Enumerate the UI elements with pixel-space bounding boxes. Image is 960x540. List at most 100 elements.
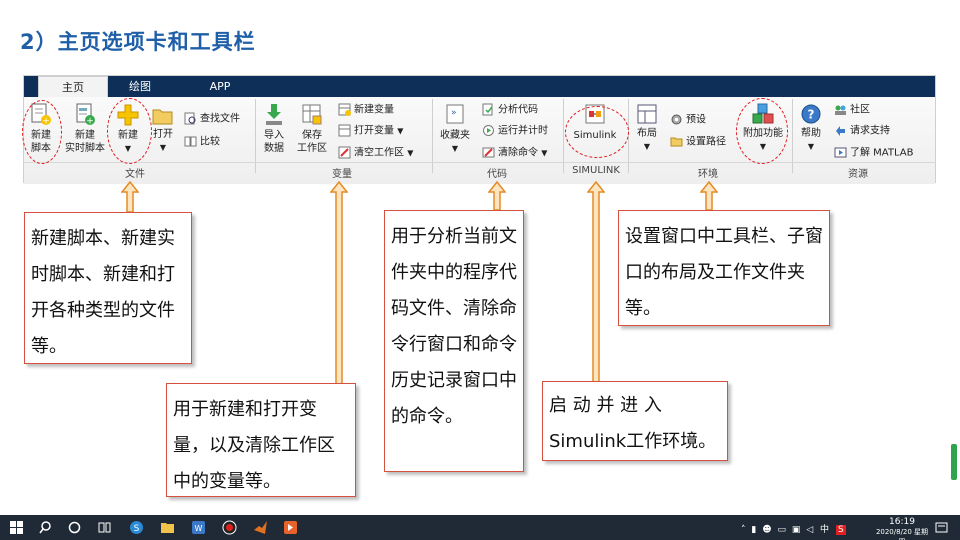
ribbon-tab-bar: 主页 绘图 APP: [24, 76, 935, 97]
open-label: 打开: [153, 129, 173, 140]
clock-date: 2020/8/20 星期四: [875, 528, 929, 540]
people-icon[interactable]: ☻: [762, 525, 771, 535]
run-and-time-label: 运行并计时: [498, 125, 548, 137]
find-files-button[interactable]: 查找文件: [184, 112, 240, 127]
community-icon: [835, 105, 846, 115]
presentation-icon[interactable]: [283, 520, 298, 535]
windows-taskbar: S W ˄ ▮ ☻ ▭ ▣ ◁ 中 S 16:19 2020/8/20 星期四: [0, 515, 960, 540]
wps-icon[interactable]: W: [191, 520, 206, 535]
highlight-circle-new: [107, 98, 152, 164]
clear-commands-icon: [482, 147, 495, 158]
new-live-script-button[interactable]: + 新建 实时脚本: [62, 103, 108, 155]
group-label-simulink: SIMULINK: [572, 165, 620, 176]
folder-icon: [152, 109, 173, 125]
learn-matlab-link[interactable]: 了解 MATLAB: [834, 146, 913, 161]
tab-apps[interactable]: APP: [190, 76, 250, 97]
compare-icon: [184, 136, 197, 147]
group-label-bar: [23, 162, 936, 163]
browser-icon[interactable]: S: [129, 520, 144, 535]
clear-workspace-label: 清空工作区: [354, 147, 404, 159]
tab-home[interactable]: 主页: [38, 76, 108, 97]
layout-button[interactable]: 布局 ▼: [633, 103, 661, 153]
clear-workspace-button[interactable]: 清空工作区 ▼: [338, 146, 413, 161]
open-variable-label: 打开变量: [354, 125, 394, 137]
help-label: 帮助: [801, 128, 821, 139]
gear-icon: [671, 114, 682, 125]
svg-text:W: W: [195, 524, 203, 533]
wps-tray-icon[interactable]: S: [835, 525, 846, 535]
new-variable-icon: [338, 103, 351, 116]
compare-button[interactable]: 比较: [184, 135, 220, 150]
annotation-simulink-line1: 启 动 并 进 入: [549, 395, 662, 416]
up-chevron-icon[interactable]: ˄: [741, 525, 746, 535]
support-icon: [836, 126, 845, 136]
network-icon[interactable]: ▣: [792, 525, 801, 535]
set-path-button[interactable]: 设置路径: [670, 135, 726, 150]
tab-plots[interactable]: 绘图: [110, 76, 170, 97]
windows-start-icon[interactable]: [9, 520, 24, 535]
clear-commands-button[interactable]: 清除命令 ▼: [482, 146, 547, 161]
learn-matlab-icon: [834, 147, 847, 158]
clear-workspace-icon: [338, 146, 351, 159]
annotation-code: 用于分析当前文件夹中的程序代码文件、清除命令行窗口和命令历史记录窗口中的命令。: [384, 210, 524, 472]
chevron-down-icon: ▼: [643, 142, 651, 151]
open-variable-icon: [338, 124, 351, 137]
new-live-script-icon: +: [76, 103, 95, 127]
group-label-resources: 资源: [848, 169, 868, 180]
new-variable-label: 新建变量: [354, 104, 394, 116]
battery-icon[interactable]: ▭: [777, 525, 786, 535]
chevron-down-icon: ▼: [397, 126, 404, 136]
chevron-down-icon: ▼: [159, 143, 167, 152]
system-tray-icons: ˄ ▮ ☻ ▭ ▣ ◁ 中 S: [741, 522, 861, 535]
open-button[interactable]: 打开 ▼: [149, 106, 177, 154]
annotation-simulink: 启 动 并 进 入 Simulink工作环境。: [542, 381, 728, 461]
record-icon[interactable]: [222, 520, 237, 535]
microphone-icon[interactable]: ▮: [751, 525, 756, 535]
community-link[interactable]: 社区: [834, 103, 870, 118]
volume-icon[interactable]: ◁: [806, 525, 813, 535]
run-and-time-button[interactable]: 运行并计时: [482, 124, 548, 139]
analyze-code-button[interactable]: 分析代码: [482, 103, 538, 118]
analyze-code-icon: [482, 103, 493, 116]
request-support-link[interactable]: 请求支持: [834, 124, 890, 139]
svg-text:»: »: [451, 108, 457, 118]
matlab-icon[interactable]: [253, 520, 268, 535]
search-icon[interactable]: [38, 520, 53, 535]
save-workspace-button[interactable]: 保存 工作区: [294, 103, 330, 155]
help-button[interactable]: ? 帮助 ▼: [797, 103, 825, 153]
file-explorer-icon[interactable]: [160, 520, 175, 535]
set-path-label: 设置路径: [686, 136, 726, 148]
preferences-button[interactable]: 预设: [670, 113, 706, 128]
ime-indicator[interactable]: 中: [820, 525, 829, 535]
notification-icon[interactable]: [934, 520, 949, 535]
layout-icon: [637, 104, 657, 124]
new-live-script-label: 新建 实时脚本: [65, 130, 105, 154]
save-workspace-icon: [302, 104, 322, 125]
compare-label: 比较: [200, 136, 220, 148]
pointer-arrow: [488, 181, 506, 211]
set-path-icon: [670, 137, 683, 147]
highlight-circle-simulink: [565, 106, 629, 158]
analyze-code-label: 分析代码: [498, 104, 538, 116]
request-support-label: 请求支持: [850, 125, 890, 137]
annotation-simulink-line2: Simulink工作环境。: [549, 431, 717, 452]
favorites-button[interactable]: » 收藏夹 ▼: [437, 103, 473, 155]
task-view-icon[interactable]: [97, 520, 112, 535]
scroll-marker: [951, 444, 957, 480]
open-variable-button[interactable]: 打开变量 ▼: [338, 124, 403, 139]
preferences-label: 预设: [686, 114, 706, 126]
pointer-arrow: [700, 181, 718, 211]
pointer-arrow: [330, 181, 348, 385]
clock[interactable]: 16:19 2020/8/20 星期四: [873, 517, 931, 540]
chevron-down-icon: ▼: [541, 148, 548, 158]
annotation-variable: 用于新建和打开变量，以及清除工作区中的变量等。: [166, 383, 356, 497]
clear-commands-label: 清除命令: [498, 147, 538, 159]
import-data-label: 导入 数据: [264, 130, 284, 154]
learn-matlab-label: 了解 MATLAB: [850, 147, 914, 159]
highlight-circle-new-script: [22, 100, 62, 164]
cortana-icon[interactable]: [67, 520, 82, 535]
layout-label: 布局: [637, 128, 657, 139]
new-variable-button[interactable]: 新建变量: [338, 103, 394, 118]
import-data-button[interactable]: 导入 数据: [259, 103, 289, 155]
chevron-down-icon: ▼: [451, 144, 459, 153]
